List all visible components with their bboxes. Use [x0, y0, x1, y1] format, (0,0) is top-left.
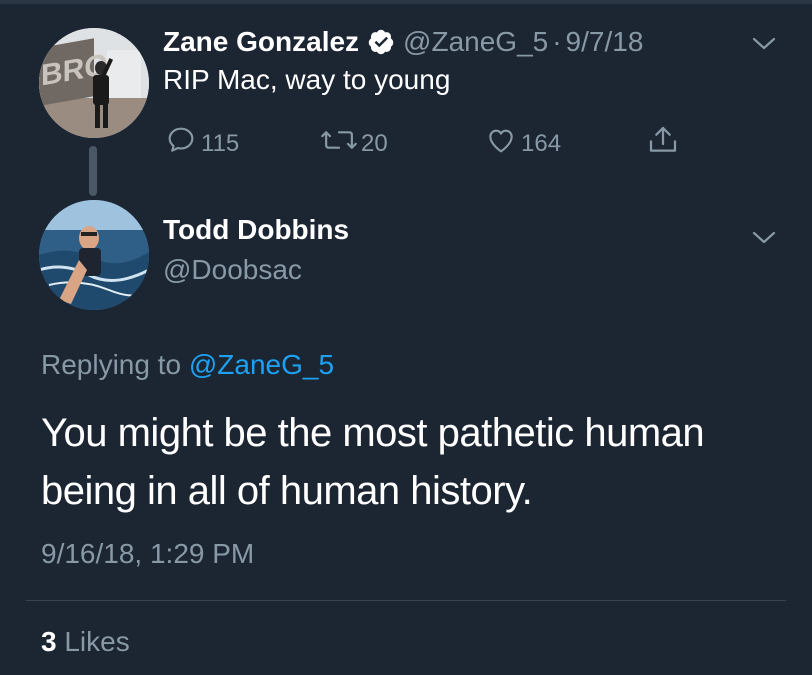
parent-tweet-text: RIP Mac, way to young — [163, 64, 451, 95]
reply-button[interactable]: 115 — [165, 124, 239, 163]
reply-tweet-timestamp[interactable]: 9/16/18, 1:29 PM — [41, 538, 254, 570]
verified-badge-icon — [367, 28, 395, 56]
likes-stat[interactable]: 3 Likes — [41, 626, 130, 658]
replying-to-prefix: Replying to — [41, 349, 182, 380]
reply-author-avatar[interactable] — [39, 200, 149, 310]
replying-to-line: Replying to @ZaneG_5 — [41, 349, 334, 381]
likes-count: 3 — [41, 626, 57, 657]
reply-count: 115 — [201, 129, 240, 157]
parent-tweet-header: Zane Gonzalez @ZaneG_5 · 9/7/18 — [163, 24, 643, 60]
parent-author-avatar[interactable]: BRO — [39, 28, 149, 138]
reply-author-name[interactable]: Todd Dobbins — [163, 214, 349, 246]
parent-tweet-date[interactable]: 9/7/18 — [566, 26, 644, 58]
chevron-down-icon[interactable] — [752, 36, 776, 52]
like-button[interactable]: 164 — [485, 124, 561, 163]
parent-author-handle[interactable]: @ZaneG_5 — [403, 26, 548, 58]
like-icon — [485, 124, 521, 163]
likes-label: Likes — [64, 626, 130, 657]
separator-dot: · — [552, 26, 562, 57]
reply-author-handle[interactable]: @Doobsac — [163, 254, 302, 286]
parent-author-name[interactable]: Zane Gonzalez — [163, 26, 359, 58]
reply-tweet-text: You might be the most pathetic human bei… — [41, 411, 705, 513]
retweet-icon — [321, 124, 361, 163]
share-icon — [647, 124, 683, 163]
like-count: 164 — [521, 129, 562, 157]
retweet-count: 20 — [361, 129, 388, 157]
share-button[interactable] — [647, 124, 683, 163]
divider — [26, 600, 786, 601]
retweet-button[interactable]: 20 — [321, 124, 388, 163]
replying-to-handle-link[interactable]: @ZaneG_5 — [189, 349, 334, 380]
reply-icon — [165, 124, 201, 163]
top-border — [0, 0, 812, 4]
chevron-down-icon[interactable] — [752, 230, 776, 246]
parent-tweet-actions: 115 20 164 — [0, 124, 812, 160]
